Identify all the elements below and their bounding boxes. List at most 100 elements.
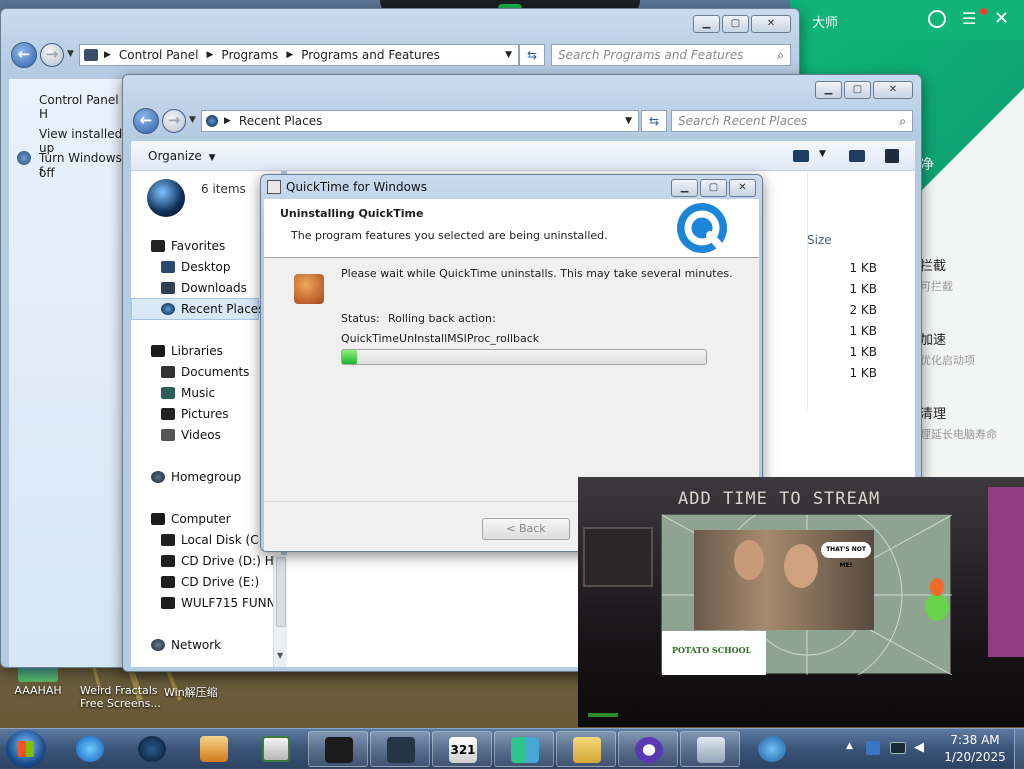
maximize-button[interactable]: ▢ bbox=[844, 81, 871, 99]
tray-network-icon[interactable] bbox=[866, 741, 880, 755]
green-app-item-title[interactable]: 拦截 bbox=[920, 255, 946, 274]
search-input[interactable]: Search Programs and Features ⌕ bbox=[551, 44, 791, 66]
tray-display-icon[interactable] bbox=[890, 742, 906, 754]
nav-cd-drive-e[interactable]: CD Drive (E:) bbox=[161, 575, 259, 589]
taskbar-ie-folder[interactable] bbox=[556, 731, 616, 767]
green-app-item-title[interactable]: 清理 bbox=[920, 403, 946, 422]
maximize-button[interactable]: ▢ bbox=[700, 179, 727, 197]
taskbar-media-center[interactable] bbox=[122, 731, 182, 767]
nav-favorites[interactable]: Favorites bbox=[151, 239, 225, 253]
size-cell: 1 KB bbox=[849, 366, 877, 380]
back-button[interactable]: ← bbox=[11, 42, 37, 68]
taskbar-recorder[interactable] bbox=[246, 731, 306, 767]
user-icon[interactable] bbox=[928, 10, 946, 28]
nav-wulf715[interactable]: WULF715 FUNNY bbox=[161, 596, 283, 610]
address-bar[interactable]: ▶ Recent Places ▼ bbox=[201, 110, 639, 132]
minimize-button[interactable]: ▁ bbox=[693, 15, 720, 33]
close-button[interactable]: ✕ bbox=[729, 179, 756, 197]
search-placeholder: Search Programs and Features bbox=[558, 48, 744, 62]
taskbar-321-player[interactable]: 321 bbox=[432, 731, 492, 767]
clock-time[interactable]: 7:38 AM bbox=[940, 733, 1010, 747]
chevron-down-icon[interactable]: ▼ bbox=[505, 50, 512, 60]
green-app-item-title[interactable]: 加速 bbox=[920, 329, 946, 348]
scrollbar-thumb[interactable] bbox=[276, 557, 286, 627]
nav-computer[interactable]: Computer bbox=[151, 512, 231, 526]
nav-pictures[interactable]: Pictures bbox=[161, 407, 229, 421]
tray-volume-icon[interactable]: ◀ bbox=[914, 740, 928, 756]
nav-desktop[interactable]: Desktop bbox=[161, 260, 231, 274]
progress-fill bbox=[342, 350, 357, 364]
refresh-button[interactable]: ⇆ bbox=[519, 44, 545, 66]
forward-button[interactable]: → bbox=[40, 43, 64, 67]
nav-music[interactable]: Music bbox=[161, 386, 215, 400]
back-button[interactable]: ← bbox=[133, 108, 159, 134]
taskbar-explorer-window-1[interactable] bbox=[308, 731, 368, 767]
address-bar[interactable]: ▶ Control Panel ▶ Programs ▶ Programs an… bbox=[79, 44, 519, 66]
nav-videos[interactable]: Videos bbox=[161, 428, 221, 442]
show-desktop-button[interactable] bbox=[1014, 729, 1024, 769]
taskbar-globe[interactable] bbox=[742, 731, 802, 767]
media-player-icon bbox=[200, 736, 228, 762]
recent-pages-icon[interactable]: ▼ bbox=[67, 49, 74, 59]
minimize-button[interactable]: ▁ bbox=[815, 81, 842, 99]
close-icon[interactable]: ✕ bbox=[994, 8, 1009, 29]
nav-documents[interactable]: Documents bbox=[161, 365, 249, 379]
taskbar-green-app[interactable] bbox=[494, 731, 554, 767]
taskbar-installer[interactable] bbox=[680, 731, 740, 767]
back-button[interactable]: < Back bbox=[482, 518, 570, 540]
breadcrumb-item[interactable]: Programs and Features bbox=[301, 48, 440, 62]
breadcrumb-item[interactable]: Control Panel bbox=[119, 48, 199, 62]
nav-cd-drive-d[interactable]: CD Drive (D:) HB bbox=[161, 554, 282, 568]
desktop-icon-weird-fractals[interactable]: Weird Fractals Free Screens... bbox=[80, 684, 170, 710]
internet-explorer-icon bbox=[76, 736, 104, 762]
help-icon[interactable] bbox=[885, 149, 899, 163]
desktop-icon-win-unzip[interactable]: Win解压缩 bbox=[164, 684, 244, 700]
installer-icon bbox=[267, 180, 281, 194]
maximize-button[interactable]: ▢ bbox=[722, 15, 749, 33]
organize-button[interactable]: Organize ▼ bbox=[148, 149, 216, 163]
close-button[interactable]: ✕ bbox=[751, 15, 791, 33]
taskbar-internet-explorer[interactable] bbox=[60, 731, 120, 767]
menu-icon[interactable]: ☰ bbox=[962, 11, 976, 27]
cd-drive-icon bbox=[161, 576, 175, 588]
homegroup-icon bbox=[151, 471, 165, 483]
window-thumbnail-icon bbox=[387, 737, 415, 763]
item-count: 6 items bbox=[201, 182, 246, 196]
recent-pages-icon[interactable]: ▼ bbox=[189, 115, 196, 125]
refresh-button[interactable]: ⇆ bbox=[641, 110, 667, 132]
taskbar-explorer-window-2[interactable] bbox=[370, 731, 430, 767]
breadcrumb-item[interactable]: Recent Places bbox=[239, 114, 322, 128]
nav-libraries[interactable]: Libraries bbox=[151, 344, 223, 358]
turn-windows-features-link-2[interactable]: off bbox=[39, 166, 55, 180]
green-app-title: 大师 bbox=[812, 16, 839, 31]
nav-label: Videos bbox=[181, 428, 221, 442]
nav-label: Recent Places bbox=[181, 302, 265, 316]
current-action: QuickTimeUnInstallMSIProc_rollback bbox=[341, 332, 540, 345]
taskbar-media-player[interactable] bbox=[184, 731, 244, 767]
minimize-button[interactable]: ▁ bbox=[671, 179, 698, 197]
taskbar: 321 ▲ ◀ 7:38 AM 1/20/2025 bbox=[0, 728, 1024, 769]
control-panel-home-link[interactable]: Control Panel H bbox=[39, 93, 129, 121]
search-input[interactable]: Search Recent Places ⌕ bbox=[671, 110, 913, 132]
search-icon: ⌕ bbox=[899, 113, 906, 128]
nav-recent-places[interactable]: Recent Places bbox=[161, 302, 264, 316]
breadcrumb-item[interactable]: Programs bbox=[221, 48, 278, 62]
nav-downloads[interactable]: Downloads bbox=[161, 281, 247, 295]
nav-label: Downloads bbox=[181, 281, 247, 295]
forward-button[interactable]: → bbox=[162, 109, 186, 133]
preview-pane-icon[interactable] bbox=[849, 150, 865, 162]
view-options-icon[interactable]: ▼ bbox=[819, 149, 826, 159]
start-button[interactable] bbox=[6, 730, 46, 768]
chevron-down-icon[interactable]: ▼ bbox=[625, 116, 632, 126]
nav-scrollbar[interactable]: ▼ bbox=[273, 555, 287, 667]
nav-local-disk[interactable]: Local Disk (C:) bbox=[161, 533, 267, 547]
column-header-size[interactable]: Size bbox=[807, 233, 832, 247]
change-view-icon[interactable] bbox=[793, 150, 809, 162]
close-button[interactable]: ✕ bbox=[873, 81, 913, 99]
show-hidden-icons-button[interactable]: ▲ bbox=[846, 741, 853, 751]
clock-date[interactable]: 1/20/2025 bbox=[940, 750, 1010, 764]
nav-homegroup[interactable]: Homegroup bbox=[151, 470, 241, 484]
scroll-down-arrow-icon[interactable]: ▼ bbox=[277, 651, 283, 660]
nav-network[interactable]: Network bbox=[151, 638, 221, 652]
taskbar-app-purple[interactable] bbox=[618, 731, 678, 767]
